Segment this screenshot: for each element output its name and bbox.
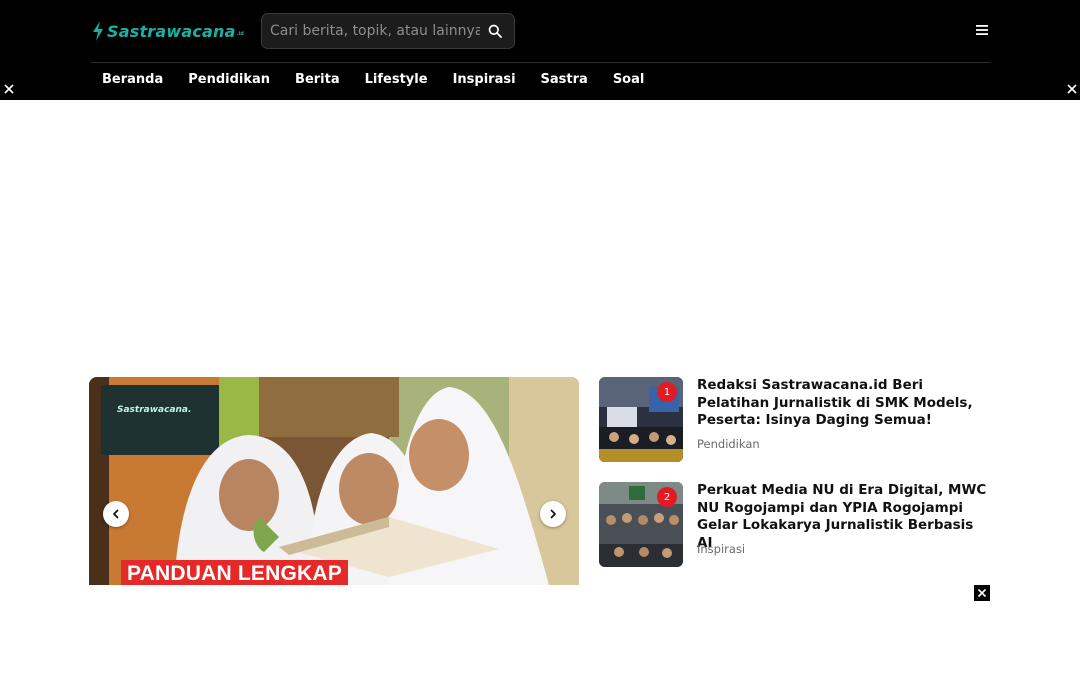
main-nav: Beranda Pendidikan Berita Lifestyle Insp… (102, 72, 669, 87)
nav-item-pendidikan[interactable]: Pendidikan (188, 72, 270, 87)
slider-next-button[interactable] (540, 501, 566, 527)
chevron-right-icon (550, 509, 556, 519)
floating-ad-close-button[interactable] (974, 585, 990, 601)
nav-item-soal[interactable]: Soal (613, 72, 645, 87)
logo-text: Sastrawacana (107, 21, 236, 41)
article-title[interactable]: Redaksi Sastrawacana.id Beri Pelatihan J… (697, 377, 987, 430)
article-thumbnail[interactable]: 1 (599, 377, 683, 462)
slide-banner: PANDUAN LENGKAP (121, 560, 348, 585)
headline-slider[interactable]: Sastrawacana. PANDUAN LENGKAP (89, 377, 579, 585)
ad-close-right-icon[interactable] (1066, 83, 1078, 95)
close-icon (977, 588, 987, 598)
nav-item-sastra[interactable]: Sastra (541, 72, 588, 87)
article-category[interactable]: Inspirasi (697, 542, 745, 556)
popular-item-1[interactable]: 1 Redaksi Sastrawacana.id Beri Pelatihan… (599, 377, 991, 462)
logo-bolt-icon (93, 21, 103, 41)
nav-item-berita[interactable]: Berita (295, 72, 340, 87)
search-icon[interactable] (488, 24, 502, 38)
nav-item-beranda[interactable]: Beranda (102, 72, 163, 87)
header-divider (91, 62, 991, 63)
ad-close-left-icon[interactable] (3, 83, 15, 95)
nav-item-inspirasi[interactable]: Inspirasi (453, 72, 516, 87)
slide-watermark: Sastrawacana. (117, 405, 192, 415)
hamburger-menu-icon[interactable] (975, 24, 989, 36)
search-input[interactable] (270, 21, 480, 41)
article-category[interactable]: Pendidikan (697, 437, 760, 451)
rank-badge: 2 (657, 487, 677, 507)
search-box (261, 13, 515, 49)
site-logo[interactable]: Sastrawacana .id (91, 19, 244, 43)
popular-item-2[interactable]: 2 Perkuat Media NU di Era Digital, MWC N… (599, 482, 991, 567)
logo-tld: .id (236, 31, 244, 37)
rank-badge: 1 (657, 382, 677, 402)
nav-item-lifestyle[interactable]: Lifestyle (365, 72, 428, 87)
chevron-left-icon (113, 509, 119, 519)
site-header: Sastrawacana .id Beranda Pendidikan Beri… (0, 0, 1080, 100)
article-thumbnail[interactable]: 2 (599, 482, 683, 567)
slider-prev-button[interactable] (103, 501, 129, 527)
